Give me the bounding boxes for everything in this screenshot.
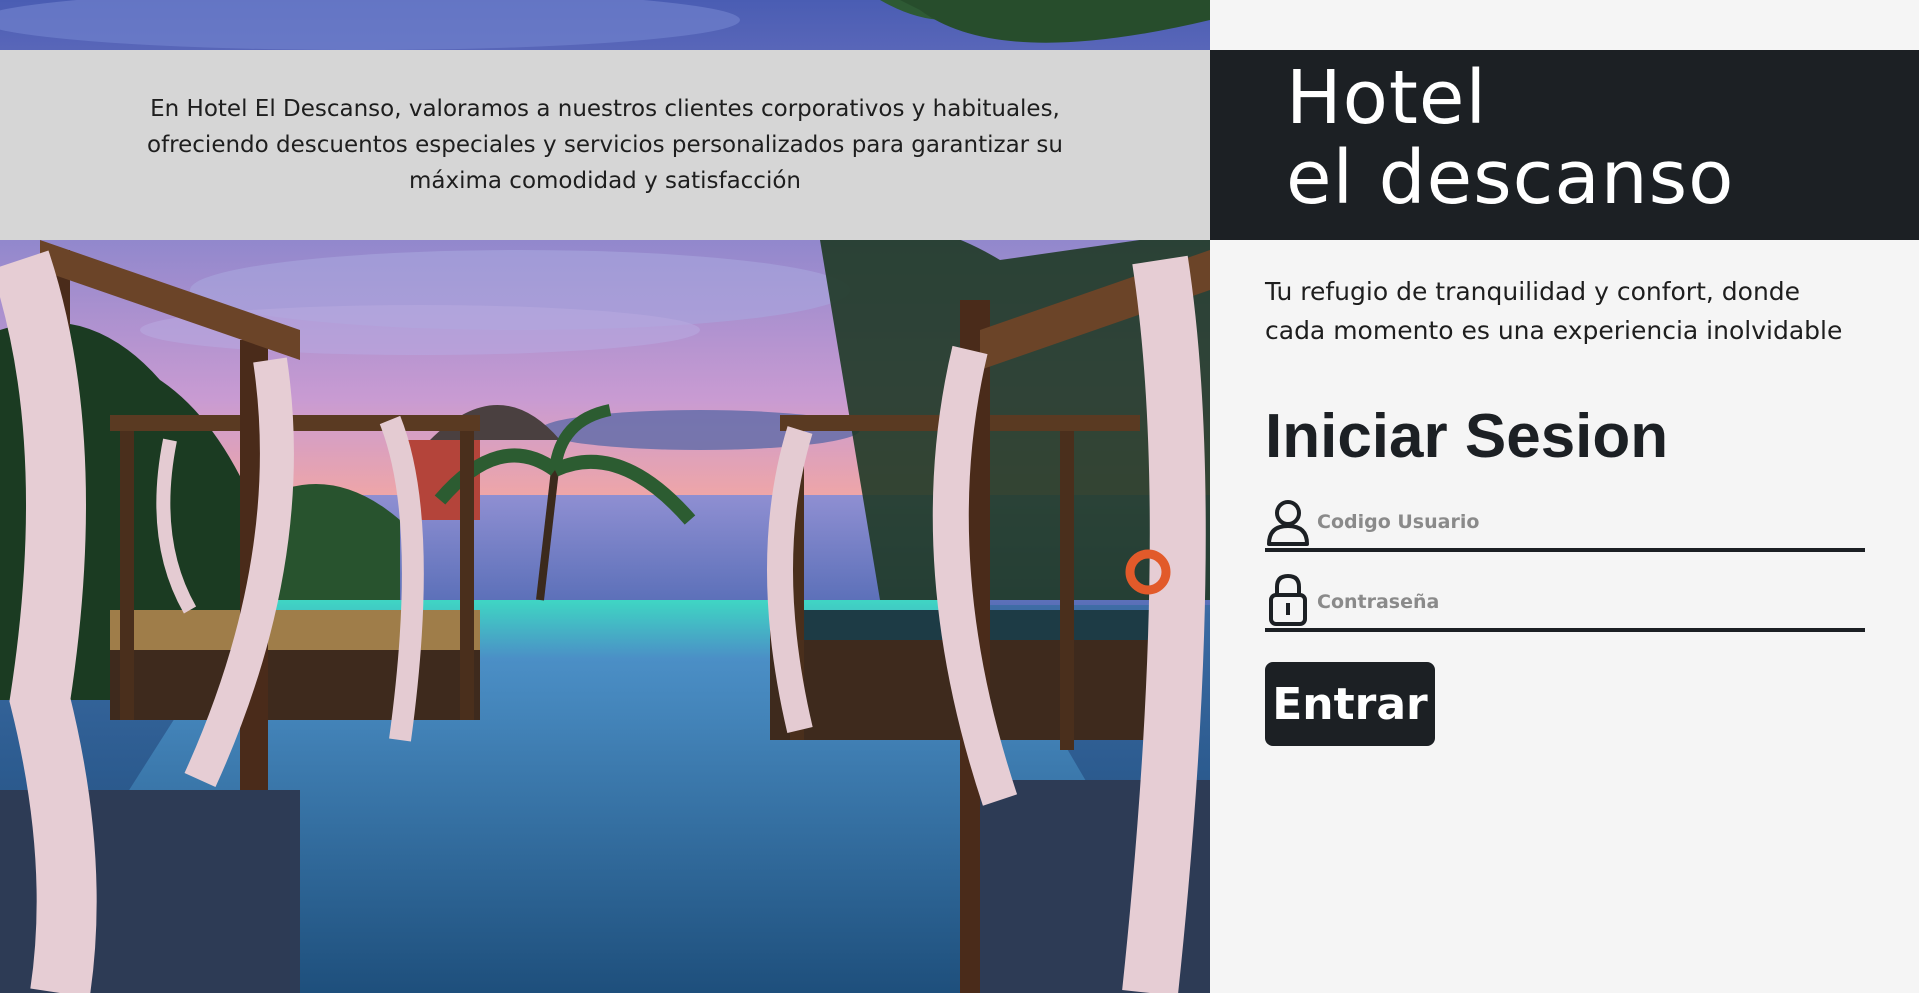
promo-banner: En Hotel El Descanso, valoramos a nuestr…: [0, 50, 1210, 240]
brand-line-1: Hotel: [1286, 55, 1488, 141]
user-code-input[interactable]: [1315, 502, 1865, 548]
password-field: [1265, 570, 1865, 632]
login-button[interactable]: Entrar: [1265, 662, 1435, 746]
lock-icon: [1265, 572, 1315, 628]
user-field: [1265, 490, 1865, 552]
tagline: Tu refugio de tranquilidad y confort, do…: [1265, 277, 1843, 345]
login-page: En Hotel El Descanso, valoramos a nuestr…: [0, 0, 1919, 993]
brand-header: Hotel el descanso: [1210, 50, 1919, 240]
promo-text: En Hotel El Descanso, valoramos a nuestr…: [147, 96, 1063, 194]
login-title: Iniciar Sesion: [1265, 402, 1669, 471]
login-panel: Tu refugio de tranquilidad y confort, do…: [1265, 272, 1865, 746]
user-icon: [1265, 492, 1315, 548]
login-form: Entrar: [1265, 490, 1865, 746]
brand-line-2: el descanso: [1286, 135, 1735, 221]
password-input[interactable]: [1315, 582, 1865, 628]
